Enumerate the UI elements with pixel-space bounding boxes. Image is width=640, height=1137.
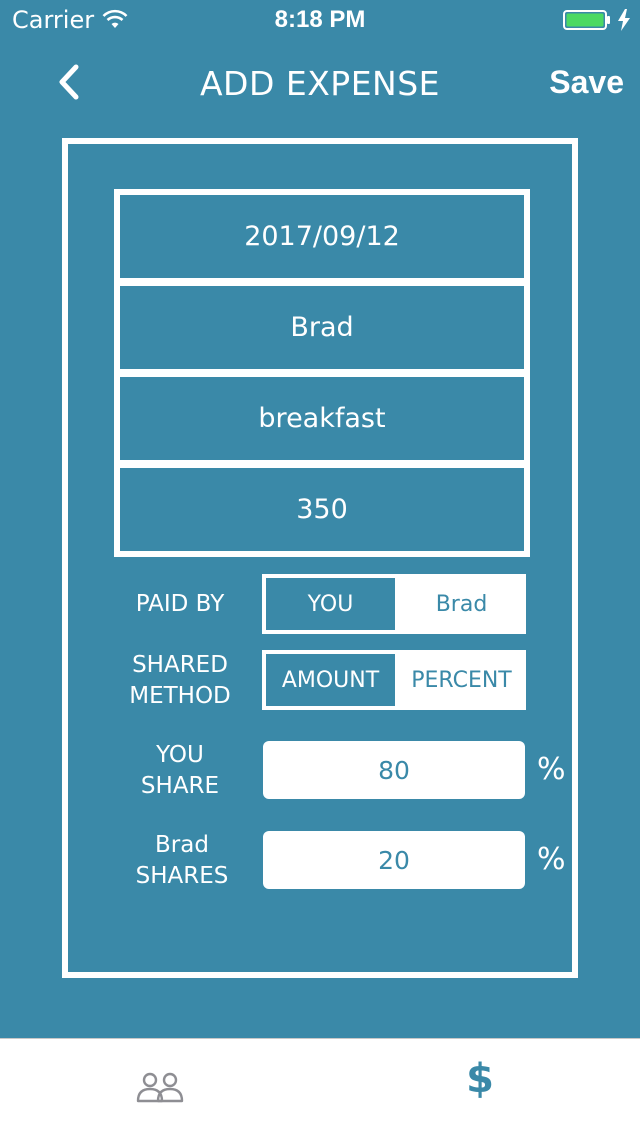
battery-icon bbox=[563, 10, 610, 30]
description-field[interactable]: breakfast bbox=[120, 377, 524, 460]
friend-field[interactable]: Brad bbox=[120, 286, 524, 369]
tab-expenses[interactable]: $ bbox=[440, 1053, 520, 1115]
you-share-percent-sign: % bbox=[537, 752, 566, 787]
page-title: ADD EXPENSE bbox=[199, 64, 441, 103]
paid-by-segmented-control: YOU Brad bbox=[262, 574, 526, 634]
paid-by-friend-option[interactable]: Brad bbox=[397, 574, 526, 634]
friends-icon bbox=[136, 1072, 184, 1103]
you-share-label: YOU SHARE bbox=[140, 742, 220, 799]
shared-method-segmented-control: AMOUNT PERCENT bbox=[262, 650, 526, 710]
friend-share-percent-sign: % bbox=[537, 842, 566, 877]
paid-by-label: PAID BY bbox=[135, 591, 225, 617]
you-share-input[interactable]: 80 bbox=[263, 741, 525, 799]
charging-icon bbox=[618, 9, 630, 31]
paid-by-you-option[interactable]: YOU bbox=[266, 578, 395, 630]
expense-fields: 2017/09/12 Brad breakfast 350 bbox=[114, 189, 530, 557]
save-button[interactable]: Save bbox=[549, 64, 624, 101]
tab-friends[interactable] bbox=[120, 1057, 200, 1119]
shared-method-label: SHARED METHOD bbox=[129, 652, 231, 709]
friend-share-input[interactable]: 20 bbox=[263, 831, 525, 889]
tab-bar: $ bbox=[0, 1038, 640, 1137]
shared-method-amount-option[interactable]: AMOUNT bbox=[266, 654, 395, 706]
dollar-icon: $ bbox=[466, 1056, 494, 1102]
date-field[interactable]: 2017/09/12 bbox=[120, 195, 524, 278]
nav-bar: ADD EXPENSE Save bbox=[0, 40, 640, 128]
friend-share-label: Brad SHARES bbox=[135, 832, 229, 889]
status-time: 8:18 PM bbox=[274, 6, 366, 33]
shared-method-percent-option[interactable]: PERCENT bbox=[397, 650, 526, 710]
amount-field[interactable]: 350 bbox=[120, 468, 524, 551]
status-bar: Carrier 8:18 PM bbox=[0, 0, 640, 40]
